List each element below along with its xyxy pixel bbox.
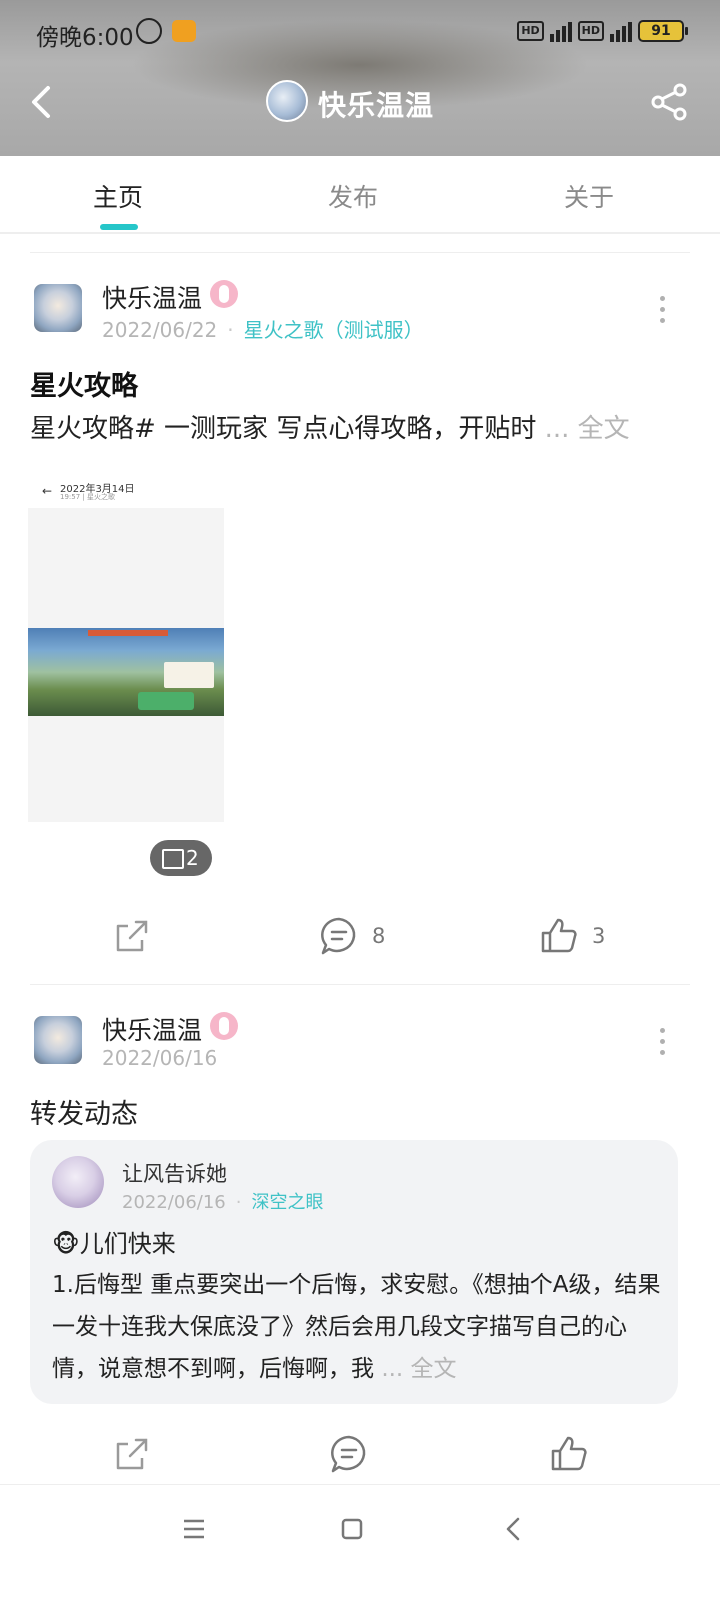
post-text[interactable]: 星火攻略# 一测玩家 写点心得攻略，开贴时 ... 全文 [30, 408, 630, 445]
status-right-cluster: HD HD 91 [517, 20, 688, 42]
comment-button[interactable]: 8 [318, 914, 385, 958]
signal-icon [610, 20, 632, 42]
system-back-button[interactable] [494, 1509, 534, 1549]
meta-separator: · [235, 1192, 242, 1213]
avatar[interactable] [34, 1016, 82, 1064]
notification-app-icon [172, 20, 196, 42]
post-excerpt: 星火攻略# 一测玩家 写点心得攻略，开贴时 [30, 414, 537, 444]
status-bar: 傍晚6:00 HD HD 91 [36, 14, 688, 51]
share-out-icon [116, 920, 148, 952]
read-more-link[interactable]: ... 全文 [381, 1356, 456, 1382]
back-button[interactable] [24, 82, 64, 122]
page-title: 快乐温温 [318, 89, 435, 122]
avatar[interactable] [34, 284, 82, 332]
quoted-meta: 2022/06/16 · 深空之眼 [122, 1188, 323, 1214]
post-title: 星火攻略 [30, 371, 138, 402]
square-home-icon [341, 1518, 363, 1540]
like-button[interactable]: 3 [538, 914, 605, 958]
post-meta: 2022/06/22 · 星火之歌（测试服） [102, 314, 424, 343]
comment-button[interactable] [328, 1432, 370, 1476]
thumb-header: ← 2022年3月14日 19:57 | 星火之歌 [28, 458, 224, 508]
more-options-button[interactable] [658, 1028, 666, 1058]
game-buttons [138, 692, 194, 710]
user-badge-icon [210, 1012, 238, 1040]
post-image[interactable]: ← 2022年3月14日 19:57 | 星火之歌 [28, 458, 224, 878]
menu-icon [184, 1519, 204, 1539]
quoted-headline: 🐵儿们快来 [52, 1230, 176, 1258]
repost-button[interactable] [112, 914, 152, 958]
comment-icon [331, 1435, 366, 1473]
chevron-left-icon [506, 1517, 520, 1541]
tab-bar: 主页 发布 关于 [0, 156, 720, 234]
divider [30, 984, 690, 985]
quoted-body: 1.后悔型 重点要突出一个后悔，求安慰。《想抽个A级，结果一发十连我大保底没了》… [52, 1264, 662, 1390]
tab-about[interactable]: 关于 [564, 178, 614, 214]
chevron-left-icon [32, 86, 50, 118]
avatar[interactable] [52, 1156, 104, 1208]
share-button[interactable] [650, 82, 690, 122]
tab-posts[interactable]: 发布 [328, 178, 378, 214]
comment-icon [321, 917, 356, 955]
hd-icon: HD [517, 21, 544, 41]
tab-home[interactable]: 主页 [93, 178, 143, 214]
thumbs-up-icon [541, 918, 577, 953]
share-out-icon [116, 1438, 148, 1470]
status-time: 傍晚6:00 [36, 25, 134, 51]
avatar[interactable] [266, 80, 308, 122]
like-count: 3 [592, 924, 606, 948]
home-button[interactable] [332, 1509, 372, 1549]
profile-header: 傍晚6:00 HD HD 91 快乐温温 [0, 0, 720, 156]
meta-separator: · [227, 318, 234, 342]
post-text: 转发动态 [30, 1099, 138, 1130]
game-tag-link[interactable]: 星火之歌（测试服） [244, 318, 424, 342]
battery-icon: 91 [638, 20, 688, 42]
quoted-author[interactable]: 让风告诉她 [122, 1158, 227, 1188]
post-author[interactable]: 快乐温温 [102, 279, 202, 315]
quoted-post-card[interactable]: 让风告诉她 2022/06/16 · 深空之眼 🐵儿们快来 1.后悔型 重点要突出一… [30, 1140, 678, 1404]
read-more-link[interactable]: ... 全文 [545, 414, 630, 444]
signal-icon [549, 20, 572, 42]
divider [30, 252, 690, 253]
quoted-date: 2022/06/16 [122, 1192, 226, 1213]
arrow-left-icon: ← [42, 484, 53, 498]
repost-button[interactable] [112, 1432, 152, 1476]
quoted-excerpt: 1.后悔型 重点要突出一个后悔，求安慰。《想抽个A级，结果一发十连我大保底没了》… [52, 1272, 661, 1382]
game-health-bar [88, 630, 168, 636]
post-date: 2022/06/22 [102, 318, 218, 342]
game-screenshot [28, 628, 224, 716]
image-count-badge[interactable]: 2 [150, 840, 212, 876]
thumbs-up-icon [551, 1436, 587, 1471]
game-tag-link[interactable]: 深空之眼 [251, 1192, 323, 1213]
alarm-icon [136, 18, 162, 44]
like-button[interactable] [548, 1432, 590, 1476]
more-options-button[interactable] [658, 296, 666, 326]
tab-indicator [100, 224, 138, 230]
post-author[interactable]: 快乐温温 [102, 1011, 202, 1047]
thumb-subtitle: 19:57 | 星火之歌 [60, 493, 115, 501]
user-badge-icon [210, 280, 238, 308]
share-icon [651, 83, 687, 121]
hd-icon: HD [577, 21, 604, 41]
game-dialog [164, 662, 214, 688]
menu-button[interactable] [174, 1509, 214, 1549]
system-navigation-bar [0, 1484, 720, 1600]
comment-count: 8 [372, 924, 386, 948]
post-date: 2022/06/16 [102, 1046, 218, 1070]
